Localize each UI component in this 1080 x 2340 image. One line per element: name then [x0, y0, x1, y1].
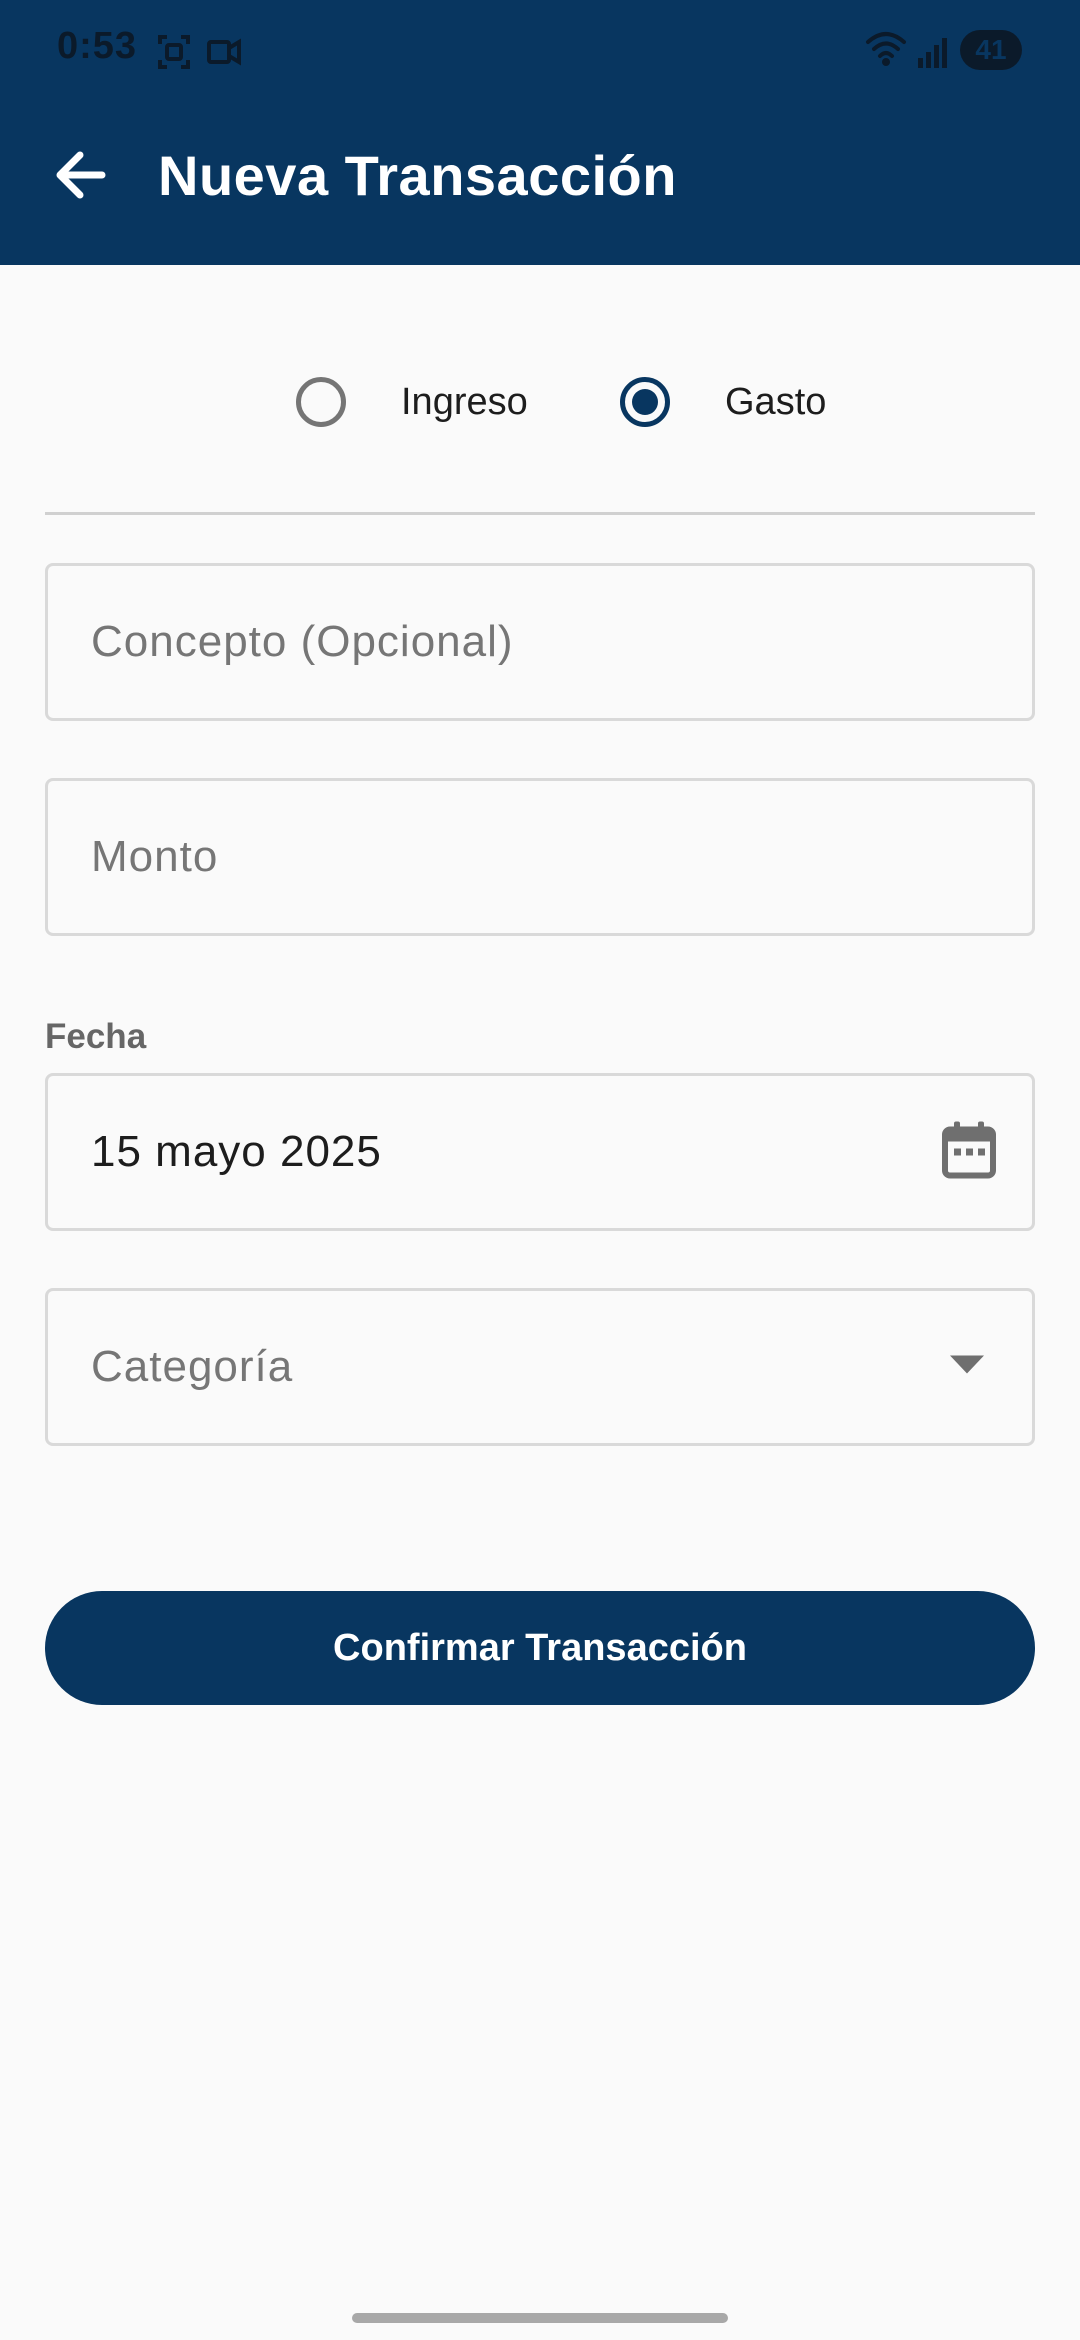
page-title: Nueva Transacción	[158, 144, 677, 207]
category-placeholder: Categoría	[91, 1342, 294, 1391]
screenshot-icon	[158, 35, 190, 69]
radio-checked-icon[interactable]	[620, 377, 670, 427]
concept-input[interactable]: Concepto (Opcional)	[45, 563, 1035, 721]
signal-icon	[918, 38, 947, 68]
status-left-icons	[158, 35, 241, 69]
status-right-icons	[866, 32, 947, 68]
category-dropdown[interactable]: Categoría	[45, 1288, 1035, 1446]
app-bar: 0:53 41 Nueva Transacción	[0, 0, 1080, 265]
wifi-icon	[866, 32, 906, 66]
calendar-icon	[942, 1121, 996, 1179]
concept-placeholder: Concepto (Opcional)	[91, 617, 514, 666]
amount-placeholder: Monto	[91, 832, 219, 881]
radio-ingreso-label: Ingreso	[401, 380, 528, 423]
date-label: Fecha	[45, 1017, 147, 1056]
confirm-transaction-button[interactable]: Confirmar Transacción	[45, 1591, 1035, 1705]
screen-record-icon	[207, 38, 241, 66]
back-button[interactable]	[40, 135, 120, 215]
divider	[45, 512, 1035, 515]
date-value: 15 mayo 2025	[91, 1127, 382, 1176]
radio-unchecked-icon[interactable]	[296, 377, 346, 427]
dropdown-arrow-icon	[950, 1355, 984, 1374]
category-dropdown-toggle[interactable]	[950, 1355, 984, 1379]
radio-gasto[interactable]: Gasto	[620, 372, 826, 432]
radio-gasto-label: Gasto	[725, 380, 827, 423]
arrow-left-icon	[56, 151, 106, 199]
calendar-button[interactable]	[941, 1120, 997, 1185]
home-indicator[interactable]	[352, 2313, 728, 2323]
radio-ingreso[interactable]: Ingreso	[296, 372, 528, 432]
status-time: 0:53	[57, 25, 138, 67]
date-field[interactable]: 15 mayo 2025	[45, 1073, 1035, 1231]
amount-input[interactable]: Monto	[45, 778, 1035, 936]
battery-icon: 41	[960, 30, 1022, 70]
